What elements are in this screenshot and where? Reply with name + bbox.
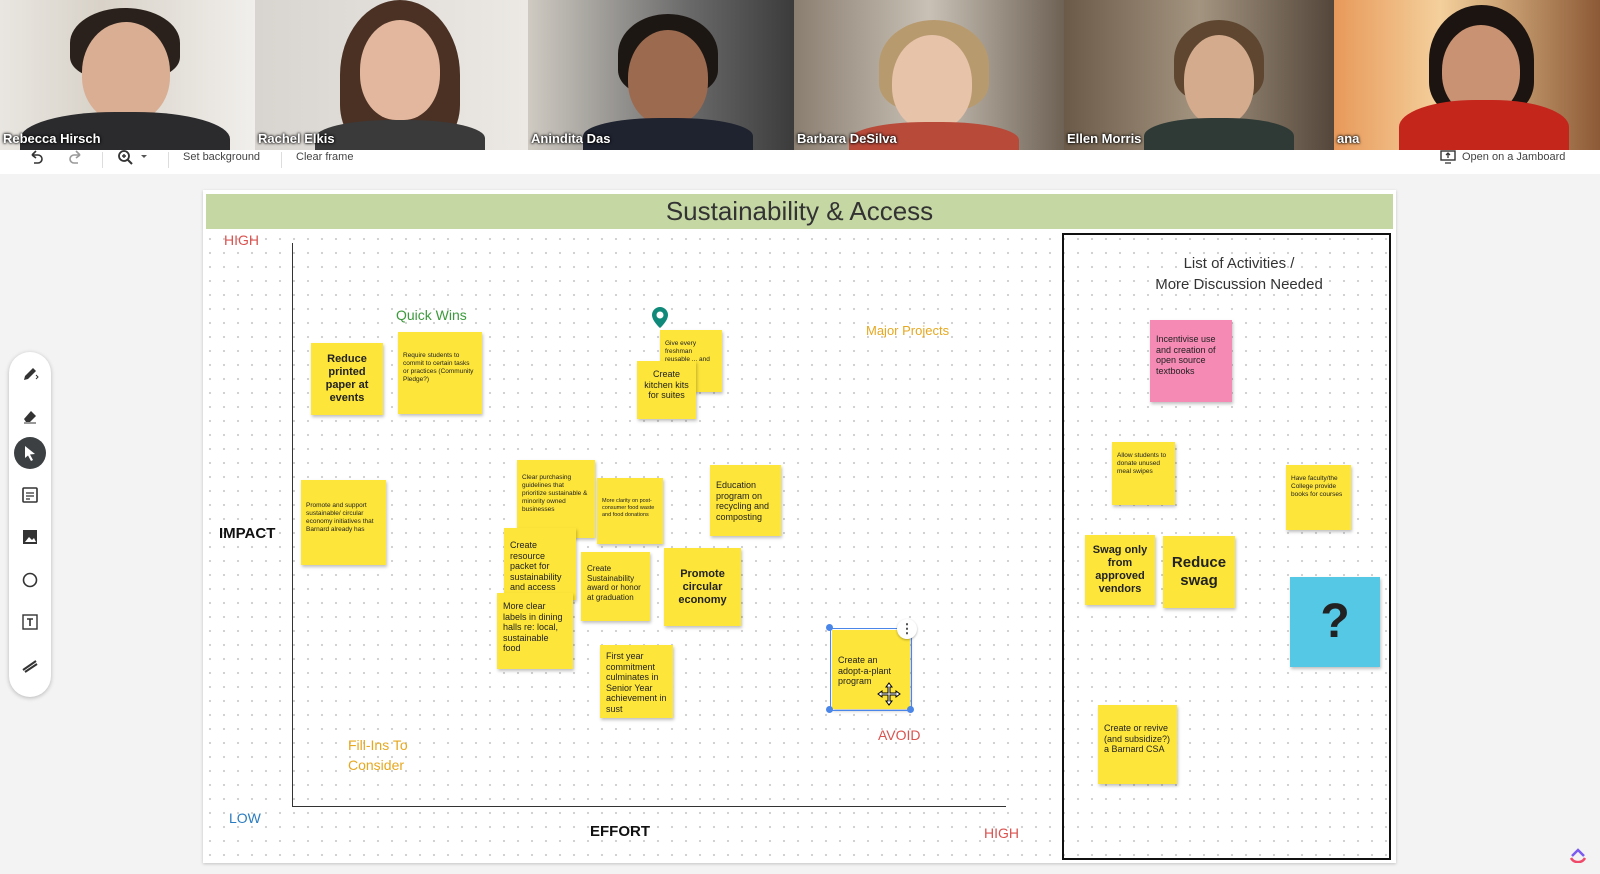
sticky-note[interactable]: More clear labels in dining halls re: lo… — [497, 593, 573, 669]
app-logo-icon — [1568, 843, 1588, 868]
move-cursor-icon — [877, 682, 901, 711]
sticky-note[interactable]: ? — [1290, 577, 1380, 667]
video-strip: Rebecca Hirsch Rachel Elkis Anindita Das… — [0, 0, 1600, 150]
sticky-note[interactable]: Require students to commit to certain ta… — [398, 332, 482, 414]
list-title-line: List of Activities / — [1183, 255, 1295, 272]
sticky-note[interactable]: Create or revive (and subsidize?) a Barn… — [1098, 705, 1177, 784]
video-tile[interactable]: ana — [1334, 0, 1600, 150]
set-background-button[interactable]: Set background — [183, 150, 260, 172]
undo-icon[interactable] — [28, 149, 44, 171]
sticky-note[interactable]: Promote circular economy — [664, 548, 741, 626]
list-title: List of Activities / More Discussion Nee… — [1110, 253, 1368, 295]
video-tile[interactable]: Ellen Morris — [1064, 0, 1334, 150]
axis-label-impact: IMPACT — [219, 525, 276, 542]
circle-icon[interactable] — [14, 564, 46, 596]
sticky-note[interactable]: Incentivise use and creation of open sou… — [1150, 320, 1232, 402]
participant-name: Barbara DeSilva — [797, 131, 897, 146]
text-box-icon[interactable] — [14, 606, 46, 638]
sticky-note[interactable]: Create Sustainability award or honor at … — [581, 552, 650, 621]
video-tile[interactable]: Barbara DeSilva — [794, 0, 1064, 150]
resize-handle[interactable] — [907, 706, 914, 713]
sticky-note[interactable]: Education program on recycling and compo… — [710, 465, 781, 536]
sticky-note[interactable]: Reduce swag — [1163, 536, 1235, 608]
impact-axis — [292, 243, 293, 807]
select-icon[interactable] — [14, 437, 46, 469]
quadrant-label-avoid: AVOID — [878, 727, 921, 743]
quadrant-label-fill-ins: Consider — [348, 757, 405, 773]
video-tile[interactable]: Rachel Elkis — [255, 0, 528, 150]
resize-handle[interactable] — [826, 706, 833, 713]
participant-name: Anindita Das — [531, 131, 611, 146]
list-title-line: More Discussion Needed — [1155, 276, 1323, 293]
sticky-note[interactable]: Create resource packet for sustainabilit… — [504, 528, 576, 600]
participant-name: Rebecca Hirsch — [3, 131, 101, 146]
sticky-note[interactable]: Clear purchasing guidelines that priorit… — [517, 460, 595, 538]
effort-axis — [292, 806, 1006, 807]
sticky-note[interactable]: Have faculty/the College provide books f… — [1286, 465, 1351, 530]
participant-name: Ellen Morris — [1067, 131, 1142, 146]
quadrant-label-quick-wins: Quick Wins — [396, 307, 467, 323]
axis-label-effort: EFFORT — [590, 823, 650, 840]
participant-name: Rachel Elkis — [258, 131, 335, 146]
quadrant-label-major-projects: Major Projects — [866, 323, 950, 338]
axis-label-high-effort: HIGH — [984, 825, 1019, 841]
jamboard-toolbar: Set background Clear frame Open on a Jam… — [0, 150, 1600, 174]
open-jamboard-button[interactable]: Open on a Jamboard — [1462, 150, 1565, 172]
sticky-note[interactable]: Promote and support sustainable/ circula… — [301, 480, 386, 565]
participant-name: ana — [1337, 131, 1360, 146]
sticky-note-icon[interactable] — [14, 479, 46, 511]
sticky-note[interactable]: First year commitment culminates in Seni… — [600, 645, 673, 718]
sticky-note[interactable]: Reduce printed paper at events — [311, 343, 383, 415]
axis-label-low: LOW — [229, 810, 261, 826]
axis-label-high-impact: HIGH — [224, 232, 259, 248]
video-tile[interactable]: Rebecca Hirsch — [0, 0, 255, 150]
redo-icon[interactable] — [68, 149, 84, 171]
laser-icon[interactable] — [14, 649, 46, 681]
sticky-note[interactable]: More clarity on post-consumer food waste… — [597, 478, 663, 544]
sticky-note[interactable]: Create kitchen kits for suites — [637, 361, 696, 419]
image-icon[interactable] — [14, 521, 46, 553]
quadrant-label-fill-ins: Fill-Ins To — [348, 737, 408, 753]
eraser-icon[interactable] — [14, 400, 46, 432]
zoom-icon[interactable] — [117, 149, 147, 171]
resize-handle[interactable] — [826, 624, 833, 631]
sticky-note[interactable]: Swag only from approved vendors — [1085, 535, 1155, 605]
tool-palette — [9, 352, 51, 697]
sticky-note[interactable]: Allow students to donate unused meal swi… — [1112, 442, 1175, 505]
pen-icon[interactable] — [14, 358, 46, 390]
present-icon[interactable] — [1440, 149, 1456, 171]
clear-frame-button[interactable]: Clear frame — [296, 150, 353, 172]
video-tile[interactable]: Anindita Das — [528, 0, 794, 150]
board-title: Sustainability & Access — [206, 194, 1393, 229]
more-options-icon[interactable]: ⋮ — [897, 619, 917, 639]
